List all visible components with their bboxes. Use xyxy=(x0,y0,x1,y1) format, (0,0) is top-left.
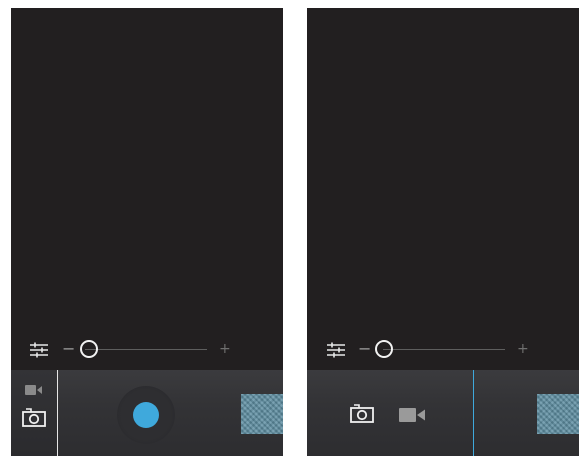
camera-icon[interactable] xyxy=(22,407,46,427)
settings-sliders-icon[interactable] xyxy=(29,342,49,358)
mode-divider xyxy=(473,370,474,456)
settings-sliders-icon[interactable] xyxy=(326,342,346,358)
zoom-slider-knob[interactable] xyxy=(80,340,98,358)
camera-control-bar xyxy=(11,370,283,456)
camera-screen-right: − + xyxy=(307,8,579,456)
zoom-in-button[interactable]: + xyxy=(517,339,529,359)
viewfinder[interactable] xyxy=(307,8,579,370)
gallery-thumbnail[interactable] xyxy=(537,394,579,434)
camera-control-bar xyxy=(307,370,579,456)
zoom-out-button[interactable]: − xyxy=(62,339,75,359)
shutter-button[interactable] xyxy=(117,386,175,444)
viewfinder[interactable] xyxy=(11,8,283,370)
video-camera-icon[interactable] xyxy=(399,408,426,422)
mode-switch-strip[interactable] xyxy=(11,370,57,456)
zoom-in-button[interactable]: + xyxy=(219,339,231,359)
zoom-out-button[interactable]: − xyxy=(358,339,371,359)
camera-screen-left: − + xyxy=(11,8,283,456)
mode-divider xyxy=(57,370,58,456)
shutter-dot xyxy=(133,402,159,428)
video-camera-icon[interactable] xyxy=(25,384,43,396)
camera-icon[interactable] xyxy=(349,403,375,423)
zoom-slider-track[interactable] xyxy=(383,349,505,350)
zoom-slider-track[interactable] xyxy=(85,349,207,350)
gallery-thumbnail[interactable] xyxy=(241,394,283,434)
zoom-slider-knob[interactable] xyxy=(375,340,393,358)
zoom-bar: − + xyxy=(307,336,579,364)
zoom-bar: − + xyxy=(11,336,283,364)
